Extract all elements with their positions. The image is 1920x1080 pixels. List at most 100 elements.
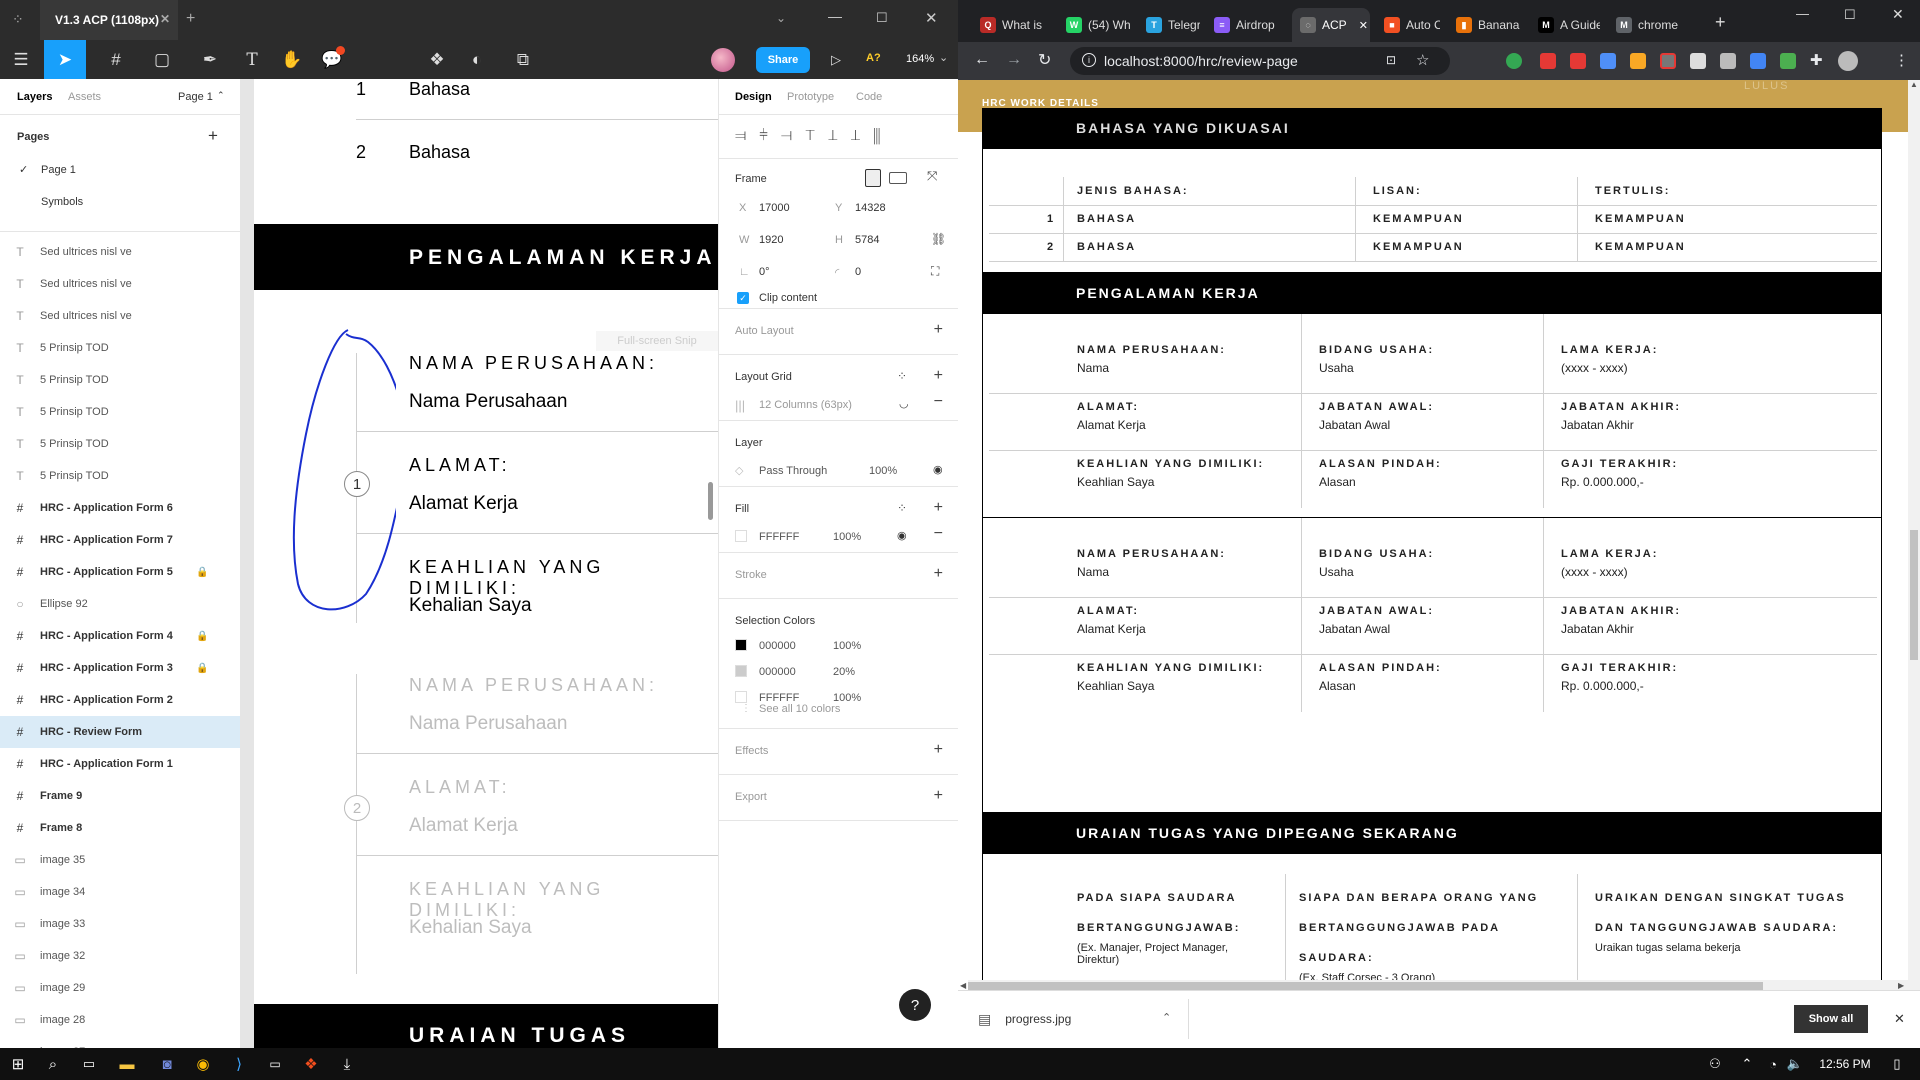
- h-input[interactable]: 5784: [855, 234, 879, 246]
- search-icon[interactable]: ⌕: [40, 1048, 66, 1080]
- volume-icon[interactable]: 🔈: [1784, 1048, 1806, 1080]
- vertical-scrollbar[interactable]: ▲: [1908, 80, 1920, 990]
- browser-tab[interactable]: W (54) Wh: [1058, 8, 1132, 42]
- caret-up-icon[interactable]: ⌃: [217, 90, 225, 101]
- blend-mode-select[interactable]: Pass Through: [759, 465, 827, 477]
- avatar[interactable]: [711, 48, 735, 72]
- download-options-chevron-icon[interactable]: ⌃: [1162, 1011, 1171, 1024]
- new-tab-icon[interactable]: +: [1715, 12, 1726, 33]
- browser-tab[interactable]: ◌ ACP ✕: [1292, 8, 1370, 42]
- extension-icon[interactable]: [1506, 53, 1522, 69]
- align-icons[interactable]: ⫤⫩⊣⊤⊥⊥⫼: [735, 127, 893, 144]
- discord-icon[interactable]: ◙: [152, 1048, 182, 1080]
- hscroll-thumb[interactable]: [968, 982, 1763, 990]
- camera-icon[interactable]: [1690, 53, 1706, 69]
- tab-layers[interactable]: Layers: [17, 91, 52, 103]
- columns-icon[interactable]: |||: [735, 398, 745, 413]
- layer-item[interactable]: # HRC - Application Form 3 🔒: [0, 652, 240, 684]
- shape-tool-icon[interactable]: ▢: [144, 40, 180, 79]
- grid-value[interactable]: 12 Columns (63px): [759, 399, 852, 411]
- extension-icon[interactable]: [1660, 53, 1676, 69]
- rotation-input[interactable]: 0°: [759, 266, 770, 278]
- scroll-left-icon[interactable]: ◀: [960, 981, 966, 990]
- page-select[interactable]: Page 1: [178, 91, 213, 103]
- extension-icon[interactable]: [1630, 53, 1646, 69]
- bookmark-star-icon[interactable]: ☆: [1416, 51, 1429, 69]
- color-swatch[interactable]: [735, 639, 747, 651]
- scroll-right-icon[interactable]: ▶: [1898, 981, 1904, 990]
- layer-item[interactable]: # HRC - Application Form 5 🔒: [0, 556, 240, 588]
- vscode-icon[interactable]: ⟩: [224, 1048, 254, 1080]
- tab-prototype[interactable]: Prototype: [787, 91, 834, 103]
- terminal-icon[interactable]: ▭: [260, 1048, 290, 1080]
- add-export-icon[interactable]: +: [934, 787, 943, 805]
- layer-item[interactable]: ▭ image 28: [0, 1004, 240, 1036]
- frame-label[interactable]: Frame: [735, 173, 767, 185]
- back-icon[interactable]: ←: [974, 51, 990, 69]
- menu-icon[interactable]: ☰: [6, 40, 36, 79]
- chevron-down-icon[interactable]: ⌄: [776, 11, 786, 25]
- people-icon[interactable]: ⚇: [1702, 1048, 1728, 1080]
- clock[interactable]: 12:56 PM: [1810, 1048, 1880, 1080]
- layer-item[interactable]: T Sed ultrices nisl ve: [0, 268, 240, 300]
- layer-item[interactable]: T Sed ultrices nisl ve: [0, 236, 240, 268]
- hand-tool-icon[interactable]: ✋: [280, 40, 304, 79]
- lock-icon[interactable]: 🔒: [196, 631, 208, 642]
- present-icon[interactable]: ▷: [826, 40, 846, 79]
- add-grid-icon[interactable]: +: [934, 367, 943, 385]
- y-input[interactable]: 14328: [855, 202, 886, 214]
- component-icon[interactable]: ❖: [425, 40, 449, 79]
- x-input[interactable]: 17000: [759, 202, 790, 214]
- layer-item[interactable]: T 5 Prinsip TOD: [0, 428, 240, 460]
- fill-styles-icon[interactable]: ⁘: [897, 501, 907, 515]
- close-tab-icon[interactable]: ✕: [160, 12, 170, 26]
- start-windows-icon[interactable]: ⊞: [4, 1048, 32, 1080]
- color-swatch[interactable]: [735, 691, 747, 703]
- color-hex[interactable]: 000000: [759, 640, 796, 652]
- layer-item[interactable]: # HRC - Review Form: [0, 716, 240, 748]
- layer-item[interactable]: ▭ image 29: [0, 972, 240, 1004]
- landscape-icon[interactable]: [889, 172, 907, 184]
- fill-swatch[interactable]: [735, 530, 747, 542]
- font-warning[interactable]: A?: [866, 52, 881, 64]
- figma-logo-icon[interactable]: ⁘: [12, 11, 28, 29]
- chrome-icon[interactable]: ◉: [188, 1048, 218, 1080]
- close-window-icon[interactable]: ✕: [1892, 6, 1904, 23]
- remove-fill-icon[interactable]: −: [934, 525, 943, 543]
- address-bar[interactable]: i localhost:8000/hrc/review-page ⊡ ☆: [1070, 47, 1450, 75]
- page-item-1[interactable]: Page 1: [41, 164, 76, 176]
- add-fill-icon[interactable]: +: [934, 499, 943, 517]
- add-page-icon[interactable]: +: [208, 126, 218, 146]
- notifications-icon[interactable]: ▯: [1884, 1048, 1910, 1080]
- download-app-icon[interactable]: ⤓: [332, 1048, 362, 1080]
- show-all-button[interactable]: Show all: [1794, 1005, 1868, 1033]
- remove-grid-icon[interactable]: −: [934, 393, 943, 411]
- pen-tool-icon[interactable]: ✒: [192, 40, 228, 79]
- see-all-colors-link[interactable]: See all 10 colors: [759, 703, 840, 715]
- maximize-icon[interactable]: ☐: [1844, 7, 1856, 23]
- reload-icon[interactable]: ↻: [1038, 50, 1051, 70]
- zoom-level[interactable]: 164%: [906, 53, 934, 65]
- network-icon[interactable]: ◔: [1762, 1048, 1784, 1080]
- independent-corners-icon[interactable]: ⛶: [931, 264, 939, 279]
- scroll-thumb[interactable]: [1910, 530, 1918, 660]
- canvas[interactable]: 1 Bahasa 2 Bahasa PENGALAMAN KERJA Full-…: [241, 79, 718, 1048]
- clip-content-checkbox[interactable]: ✓: [737, 292, 749, 304]
- fill-opacity[interactable]: 100%: [833, 531, 861, 543]
- file-tab[interactable]: V1.3 ACP (1108px) ✕: [40, 0, 178, 40]
- layer-item[interactable]: T 5 Prinsip TOD: [0, 396, 240, 428]
- layer-item[interactable]: # HRC - Application Form 4 🔒: [0, 620, 240, 652]
- lock-icon[interactable]: 🔒: [196, 663, 208, 674]
- extensions-puzzle-icon[interactable]: ✚: [1810, 51, 1823, 69]
- maximize-icon[interactable]: ☐: [876, 10, 888, 26]
- layer-item[interactable]: ▭ image 32: [0, 940, 240, 972]
- camera-icon[interactable]: [1720, 53, 1736, 69]
- layer-item[interactable]: T 5 Prinsip TOD: [0, 364, 240, 396]
- tab-assets[interactable]: Assets: [68, 91, 101, 103]
- extension-icon[interactable]: [1540, 53, 1556, 69]
- frame-tool-icon[interactable]: #: [98, 40, 134, 79]
- layer-item[interactable]: # HRC - Application Form 7: [0, 524, 240, 556]
- layer-item[interactable]: ▭ image 34: [0, 876, 240, 908]
- grid-styles-icon[interactable]: ⁘: [897, 369, 907, 383]
- help-button[interactable]: ?: [899, 989, 931, 1021]
